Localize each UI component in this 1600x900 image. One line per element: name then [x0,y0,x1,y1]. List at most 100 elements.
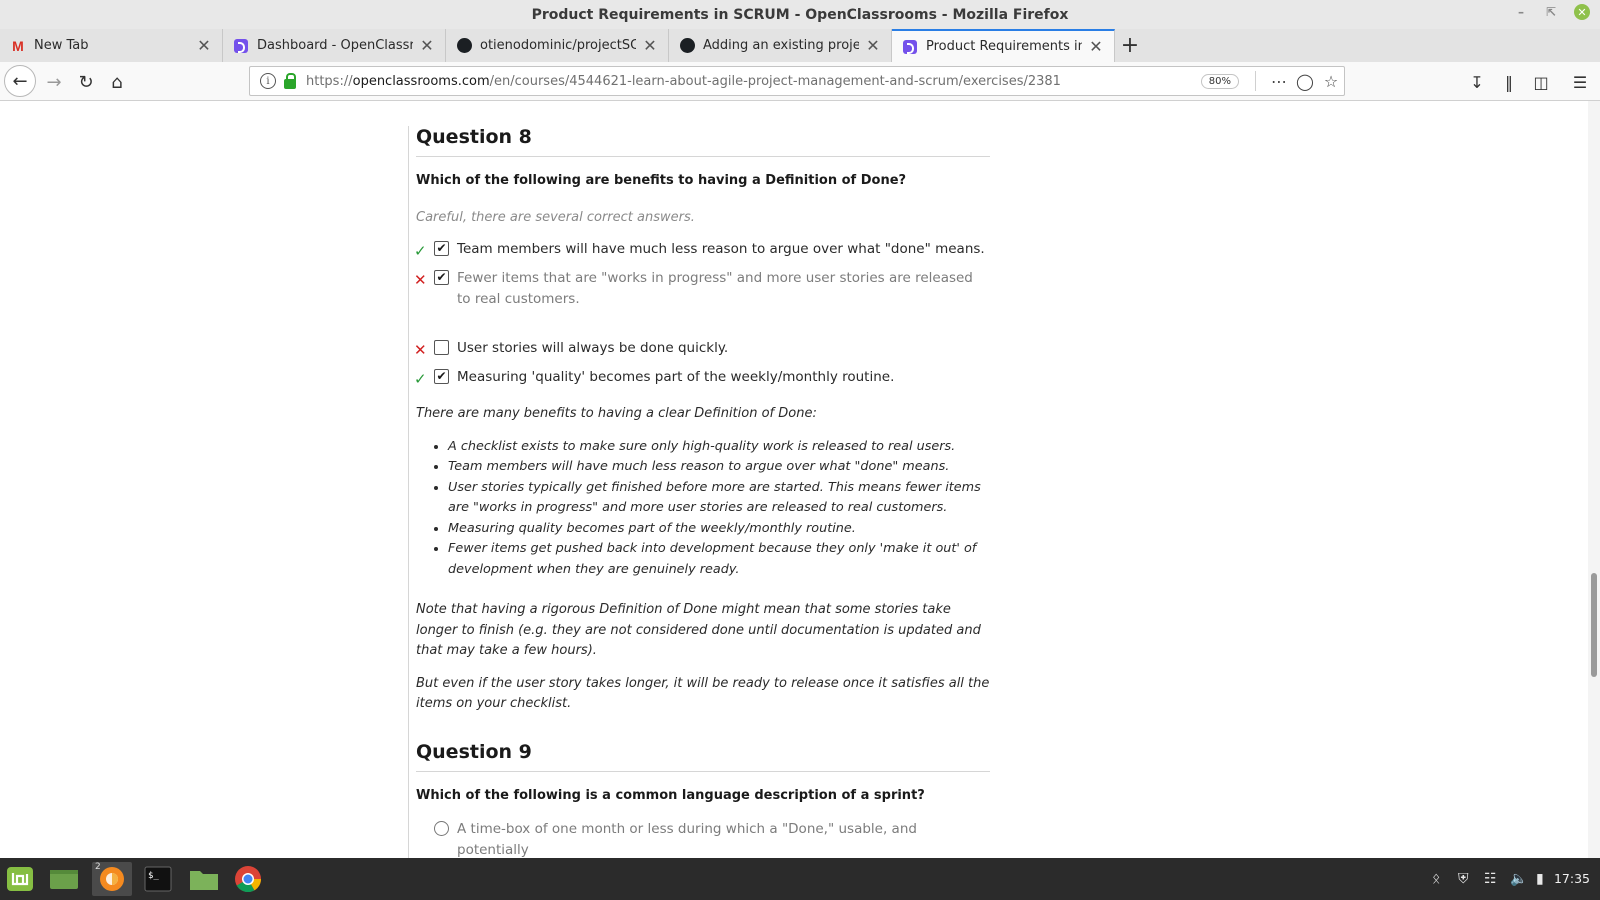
tab-github-adding[interactable]: Adding an existing project to GitHub ✕ [669,29,892,62]
question-8-block: Question 8 Which of the following are be… [408,126,990,834]
correct-check-icon: ✓ [414,242,427,260]
tab-product-requirements[interactable]: Product Requirements in SCRUM ✕ [892,29,1115,62]
url-scheme: https:// [306,73,353,89]
navigation-toolbar: ← → ↻ ⌂ i https://openclassrooms.com/en/… [0,62,1600,101]
close-tab-icon[interactable]: ✕ [419,36,435,55]
window-titlebar: Product Requirements in SCRUM - OpenClas… [0,0,1600,29]
terminal-icon[interactable]: $_ [140,862,176,896]
tab-label: Product Requirements in SCRUM [926,39,1082,54]
library-icon[interactable]: ‖ [1497,70,1521,94]
answer-option[interactable]: ✕ ✔ Fewer items that are "works in progr… [414,268,990,310]
wrong-cross-icon: ✕ [414,271,427,289]
explanation-note: Note that having a rigorous Definition o… [416,602,981,658]
tab-github-project[interactable]: otienodominic/projectSCRUM ✕ [446,29,669,62]
answer-option[interactable]: ✓ ✔ Team members will have much less rea… [414,239,990,260]
tab-bar: M New Tab ✕ Dashboard - OpenClassrooms ✕… [0,29,1600,62]
files-icon[interactable] [186,862,222,896]
firefox-taskbar-icon[interactable]: 2 [92,862,132,896]
answer-radio[interactable] [434,821,449,836]
answer-checkbox[interactable]: ✔ [434,369,449,384]
new-tab-button[interactable]: + [1115,29,1145,62]
back-button[interactable]: ← [4,65,36,97]
home-button[interactable]: ⌂ [103,68,131,96]
scrollbar-thumb[interactable] [1591,573,1597,677]
network-icon[interactable]: ☷ [1484,858,1497,900]
close-tab-icon[interactable]: ✕ [865,36,881,55]
page-actions-icon[interactable]: ⋯ [1266,72,1292,91]
explanation-list: A checklist exists to make sure only hig… [448,437,990,581]
answer-option[interactable]: ✕ User stories will always be done quick… [414,338,990,359]
zoom-indicator[interactable]: 80% [1200,73,1239,89]
menu-icon[interactable]: ☰ [1568,70,1592,94]
downloads-icon[interactable]: ↧ [1465,70,1489,94]
forward-button[interactable]: → [40,68,68,96]
tab-dashboard[interactable]: Dashboard - OpenClassrooms ✕ [223,29,446,62]
question-title: Question 8 [416,126,990,157]
sidebar-icon[interactable]: ◫ [1529,70,1553,94]
answer-option[interactable]: A time-box of one month or less during w… [416,819,990,858]
reload-button[interactable]: ↻ [72,68,100,96]
volume-icon[interactable]: 🔈 [1510,858,1527,900]
bluetooth-icon[interactable]: ᛟ [1432,858,1440,900]
answer-checkbox[interactable]: ✔ [434,270,449,285]
explanation-item: User stories typically get finished befo… [448,478,990,519]
close-tab-icon[interactable]: ✕ [196,36,212,55]
window-controls: – ⇱ ✕ [1514,4,1590,20]
question-9-block: Question 9 Which of the following is a c… [408,741,990,858]
maximize-icon[interactable]: ⇱ [1544,5,1558,19]
close-window-icon[interactable]: ✕ [1574,4,1590,20]
url-host: openclassrooms.com [352,73,490,89]
minimize-icon[interactable]: – [1514,5,1528,19]
window-title: Product Requirements in SCRUM - OpenClas… [531,6,1069,23]
question-text: Which of the following are benefits to h… [416,173,907,188]
shield-icon[interactable]: ⛨ [1458,858,1469,900]
url-text[interactable]: https://openclassrooms.com/en/courses/45… [306,74,1201,89]
wrong-cross-icon: ✕ [414,341,427,359]
answer-option[interactable]: ✓ ✔ Measuring 'quality' becomes part of … [414,367,990,388]
svg-text:$_: $_ [148,871,159,881]
pocket-icon[interactable]: ◯ [1292,72,1318,91]
clock[interactable]: 17:35 [1554,871,1590,886]
answer-checkbox[interactable] [434,340,449,355]
divider [1255,71,1256,91]
url-path: /en/courses/4544621-learn-about-agile-pr… [489,73,1061,89]
github-icon [456,38,472,54]
explanation: There are many benefits to having a clea… [416,404,990,715]
mint-menu-icon[interactable] [2,862,38,896]
explanation-item: A checklist exists to make sure only hig… [448,437,990,458]
answer-text: User stories will always be done quickly… [457,340,729,356]
address-bar[interactable]: i https://openclassrooms.com/en/courses/… [249,66,1345,96]
gmail-icon: M [12,37,24,54]
explanation-closing: But even if the user story takes longer,… [416,675,990,712]
tab-new-tab[interactable]: M New Tab ✕ [0,29,223,62]
answer-text: Measuring 'quality' becomes part of the … [457,369,895,385]
explanation-intro: There are many benefits to having a clea… [416,406,817,421]
close-tab-icon[interactable]: ✕ [1088,37,1104,56]
page-content: Question 8 Which of the following are be… [0,101,1600,858]
tab-label: Adding an existing project to GitHub [703,38,859,53]
answer-checkbox[interactable]: ✔ [434,241,449,256]
explanation-item: Team members will have much less reason … [448,457,990,478]
question-title: Question 9 [416,741,990,772]
chrome-icon[interactable] [230,862,266,896]
tab-label: New Tab [34,38,89,53]
battery-icon[interactable]: ▮ [1536,858,1544,900]
show-desktop-icon[interactable] [46,862,82,896]
explanation-item: Fewer items get pushed back into develop… [448,539,990,580]
tab-label: Dashboard - OpenClassrooms [257,38,413,53]
window-count-badge: 2 [95,862,101,872]
explanation-item: Measuring quality becomes part of the we… [448,519,990,540]
answer-text: Team members will have much less reason … [457,241,985,257]
vertical-scrollbar[interactable] [1588,101,1600,858]
bookmark-star-icon[interactable]: ☆ [1318,72,1344,91]
taskbar: 2 $_ ᛟ ⛨ ☷ 🔈 ▮ 17:35 [0,858,1600,900]
close-tab-icon[interactable]: ✕ [642,36,658,55]
tab-label: otienodominic/projectSCRUM [480,38,636,53]
github-icon [679,38,695,54]
correct-check-icon: ✓ [414,370,427,388]
question-hint: Careful, there are several correct answe… [416,210,695,225]
openclassrooms-icon [902,39,918,55]
info-icon[interactable]: i [260,73,276,89]
answer-text: Fewer items that are "works in progress"… [457,270,973,307]
question-text: Which of the following is a common langu… [416,788,925,803]
